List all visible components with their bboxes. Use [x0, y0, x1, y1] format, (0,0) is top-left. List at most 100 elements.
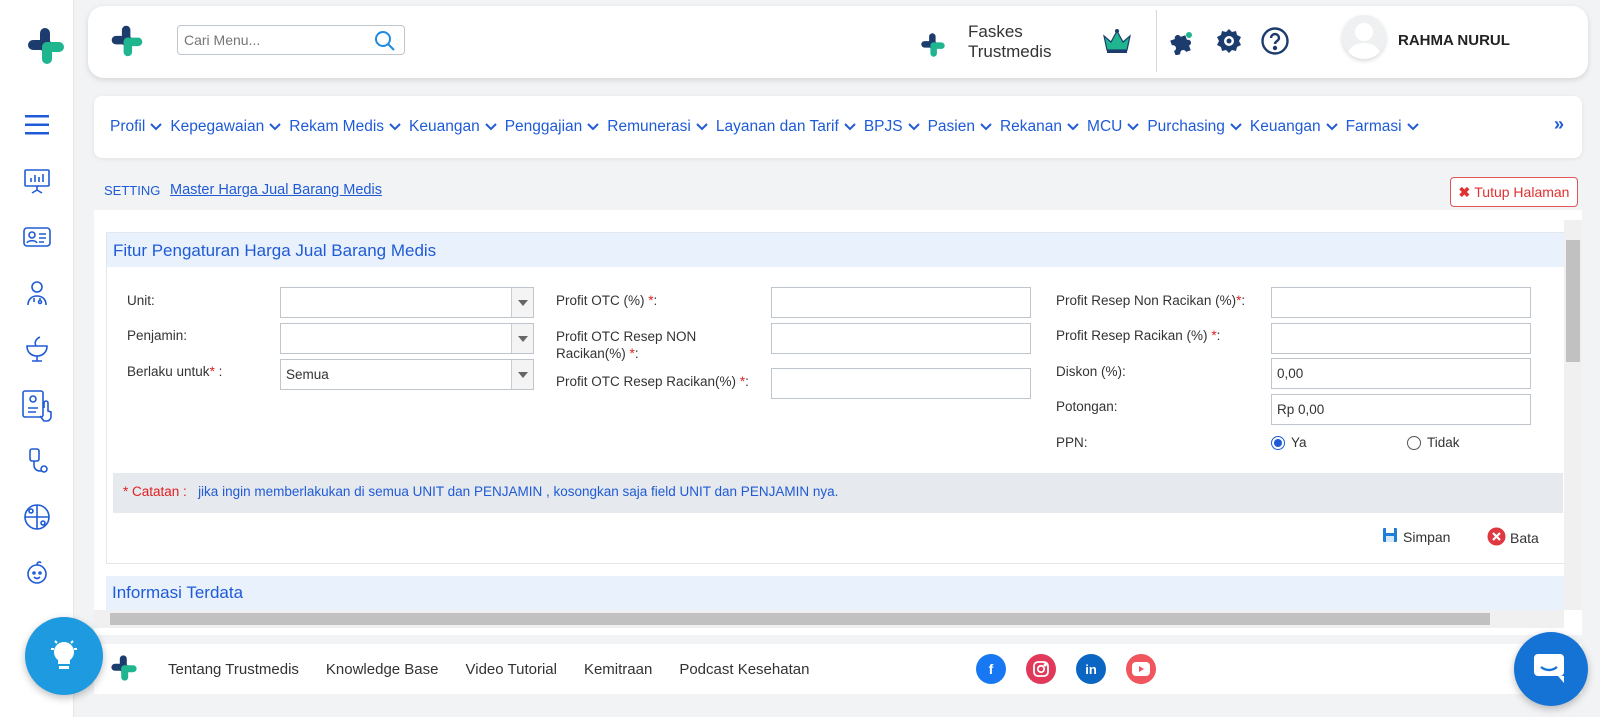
profit-racikan-input[interactable]	[1271, 323, 1531, 354]
puzzle-icon[interactable]	[1166, 26, 1196, 56]
nav-item-layanan-tarif[interactable]: Layanan dan Tarif	[716, 118, 856, 136]
profit-non-racikan-input[interactable]	[1271, 287, 1531, 318]
nav-item-remunerasi[interactable]: Remunerasi	[607, 118, 708, 136]
profit-otc-non-input[interactable]	[771, 323, 1031, 354]
nav-item-rekam-medis[interactable]: Rekam Medis	[289, 118, 401, 136]
nav-item-mcu[interactable]: MCU	[1087, 118, 1140, 136]
nav-item-label: Keuangan	[1249, 118, 1321, 135]
id-card-icon[interactable]	[20, 220, 54, 254]
nav-item-purchasing[interactable]: Purchasing	[1147, 118, 1242, 136]
ppn-radio-tidak[interactable]: Tidak	[1407, 435, 1460, 450]
berlaku-label: Berlaku untuk* :	[127, 364, 223, 379]
berlaku-select[interactable]: Semua	[280, 359, 534, 390]
trustmedis-logo-icon[interactable]	[110, 654, 138, 685]
nav-item-label: Kepegawaian	[170, 118, 265, 135]
chevron-down-icon	[1230, 118, 1242, 136]
top-header: Faskes Trustmedis RAHMA NURUL	[88, 6, 1588, 78]
chevron-down-icon	[1127, 118, 1140, 136]
nav-more-button[interactable]: »	[1554, 114, 1564, 135]
gear-icon[interactable]	[1214, 26, 1244, 56]
nav-item-bpjs[interactable]: BPJS	[864, 118, 920, 136]
global-health-icon[interactable]	[20, 500, 54, 534]
facebook-icon[interactable]: f	[976, 654, 1006, 684]
vertical-scrollbar[interactable]	[1564, 220, 1582, 610]
chevron-down-icon	[389, 118, 401, 136]
chat-support-button[interactable]	[1514, 632, 1588, 706]
faskes-name: Faskes Trustmedis	[968, 22, 1052, 61]
patient-record-touch-icon[interactable]	[20, 388, 54, 422]
nav-item-rekanan[interactable]: Rekanan	[1000, 118, 1079, 136]
penjamin-label: Penjamin:	[127, 328, 188, 343]
hamburger-menu-icon[interactable]	[20, 108, 54, 142]
ppn-radio-ya[interactable]: Ya	[1271, 435, 1307, 450]
chevron-down-icon	[1325, 118, 1338, 136]
profit-otc-racikan-label: Profit OTC Resep Racikan(%) *:	[556, 374, 749, 389]
nav-item-label: Keuangan	[409, 118, 480, 135]
potongan-label: Potongan:	[1056, 399, 1118, 414]
iv-drip-icon[interactable]	[20, 444, 54, 478]
help-icon[interactable]	[1260, 26, 1290, 56]
save-button[interactable]: Simpan	[1382, 527, 1450, 546]
nav-item-penggajian[interactable]: Penggajian	[505, 118, 600, 136]
cancel-button[interactable]: Bata	[1487, 527, 1539, 549]
chevron-down-icon[interactable]	[511, 288, 533, 317]
footer-link[interactable]: Video Tutorial	[466, 661, 557, 678]
profit-racikan-label: Profit Resep Racikan (%) *:	[1056, 328, 1221, 343]
unit-select[interactable]	[280, 287, 534, 318]
chevron-down-icon	[587, 118, 600, 136]
close-page-label: Tutup Halaman	[1474, 184, 1570, 200]
search-input[interactable]	[178, 26, 368, 54]
nav-item-profil[interactable]: Profil	[110, 118, 163, 136]
breadcrumb-section: SETTING	[104, 183, 161, 198]
ppn-label: PPN:	[1056, 435, 1088, 450]
breadcrumb-page-link[interactable]: Master Harga Jual Barang Medis	[170, 182, 382, 198]
footer-link[interactable]: Podcast Kesehatan	[679, 661, 809, 678]
left-sidebar	[0, 0, 74, 717]
chevron-down-icon[interactable]	[511, 360, 533, 389]
main-content: Fitur Pengaturan Harga Jual Barang Medis…	[94, 210, 1582, 635]
presentation-chart-icon[interactable]	[20, 164, 54, 198]
note-prefix: * Catatan :	[123, 484, 187, 499]
doctor-icon[interactable]	[20, 276, 54, 310]
footer-link[interactable]: Kemitraan	[584, 661, 652, 678]
lightbulb-tips-button[interactable]	[25, 617, 103, 695]
scrollbar-thumb[interactable]	[110, 613, 1490, 625]
close-icon: ✖	[1458, 183, 1471, 200]
nav-item-label: Penggajian	[504, 118, 583, 135]
search-icon[interactable]	[374, 30, 396, 55]
chevron-down-icon	[907, 118, 920, 136]
trustmedis-logo-icon[interactable]	[110, 24, 144, 61]
potongan-input[interactable]: Rp 0,00	[1271, 394, 1531, 425]
chevron-down-icon	[696, 118, 708, 136]
horizontal-scrollbar[interactable]	[94, 610, 1564, 628]
chevron-down-icon[interactable]	[511, 324, 533, 353]
nav-item-pasien[interactable]: Pasien	[928, 118, 992, 136]
nav-item-keuangan[interactable]: Keuangan	[409, 118, 497, 136]
linkedin-icon[interactable]: in	[1076, 654, 1106, 684]
baby-care-icon[interactable]	[20, 556, 54, 590]
close-page-button[interactable]: ✖ Tutup Halaman	[1450, 177, 1578, 207]
username[interactable]: RAHMA NURUL	[1398, 32, 1510, 49]
penjamin-select[interactable]	[280, 323, 534, 354]
nav-item-kepegawaian[interactable]: Kepegawaian	[170, 118, 281, 136]
chevron-down-icon	[844, 118, 856, 136]
pharmacy-icon[interactable]	[20, 332, 54, 366]
footer-link[interactable]: Tentang Trustmedis	[168, 661, 299, 678]
profit-otc-racikan-input[interactable]	[771, 368, 1031, 399]
instagram-icon[interactable]	[1026, 654, 1056, 684]
nav-item-label: Remunerasi	[607, 118, 691, 135]
avatar[interactable]	[1342, 15, 1386, 59]
nav-item-farmasi[interactable]: Farmasi	[1346, 118, 1419, 136]
diskon-input[interactable]: 0,00	[1271, 358, 1531, 389]
berlaku-value: Semua	[286, 367, 329, 382]
youtube-icon[interactable]	[1126, 654, 1156, 684]
nav-item-label: Layanan dan Tarif	[715, 118, 839, 135]
nav-item-keuangan-2[interactable]: Keuangan	[1250, 118, 1338, 136]
profit-otc-input[interactable]	[771, 287, 1031, 318]
profit-otc-label: Profit OTC (%) *:	[556, 293, 658, 308]
crown-icon[interactable]	[1102, 28, 1132, 57]
footer-link[interactable]: Knowledge Base	[326, 661, 439, 678]
header-divider	[1156, 10, 1157, 72]
scrollbar-thumb[interactable]	[1566, 240, 1580, 362]
trustmedis-logo-icon[interactable]	[26, 26, 66, 66]
